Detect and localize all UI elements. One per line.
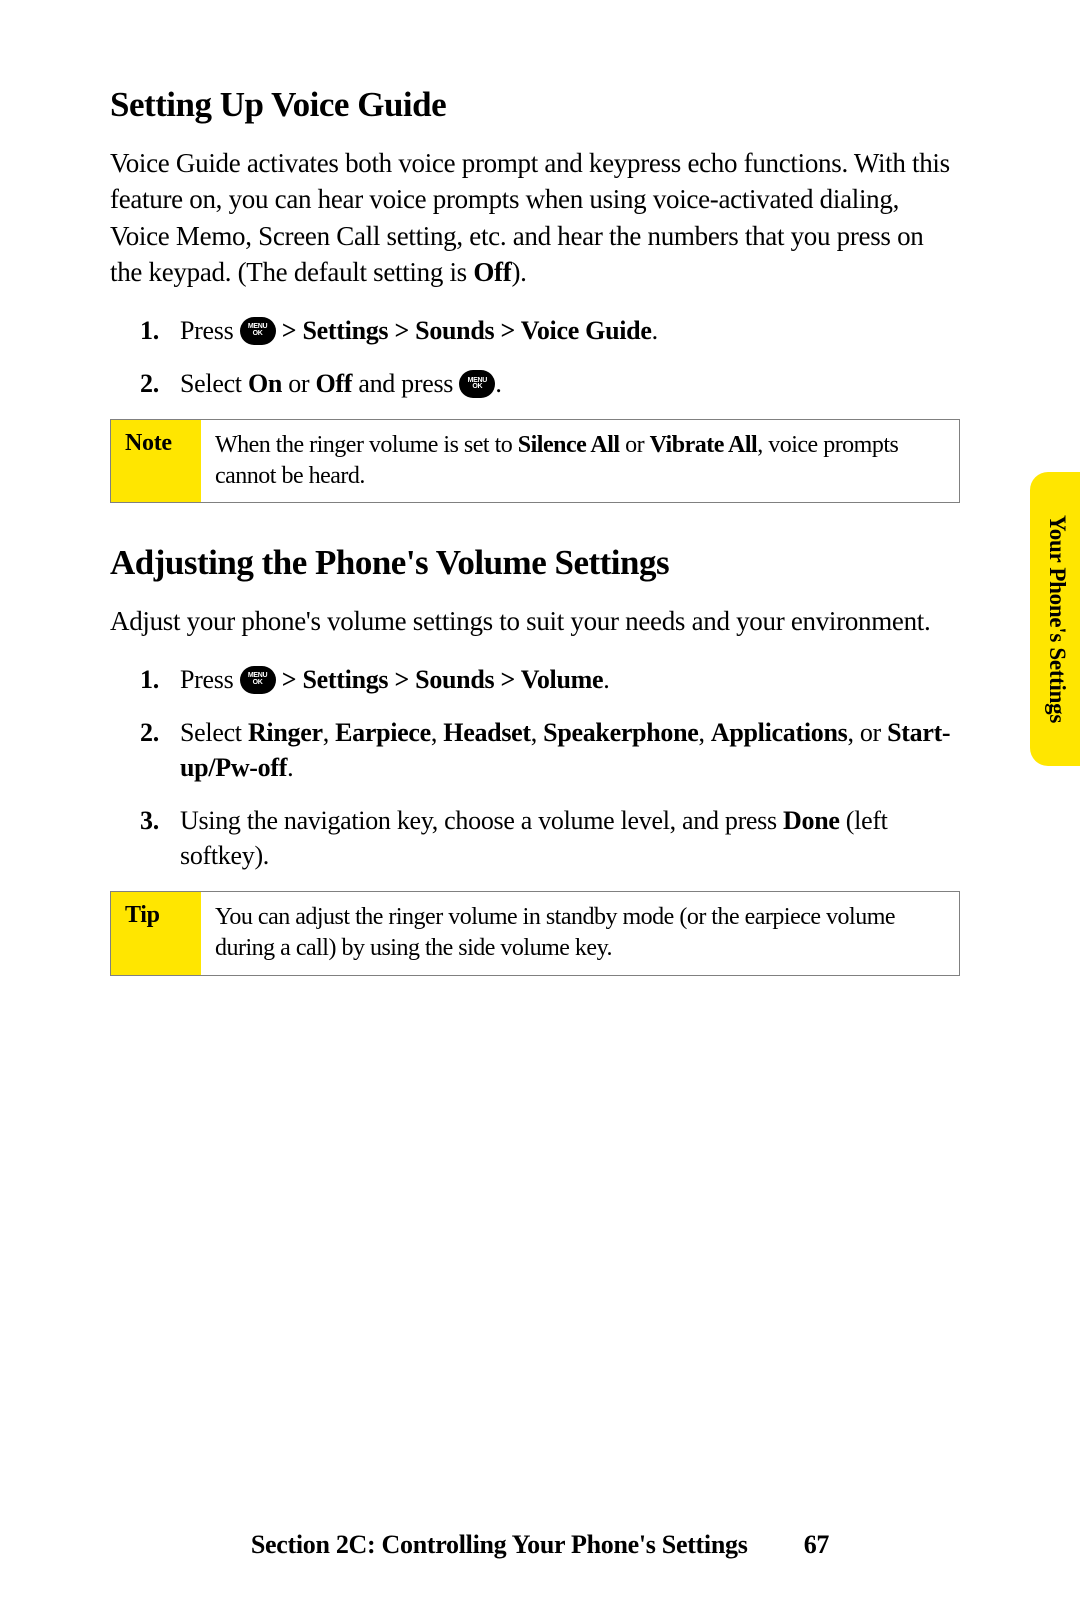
step-text: Using the navigation key, choose a volum…: [180, 806, 783, 835]
step-text: or: [282, 369, 315, 398]
icon-label: MENUOK: [248, 673, 267, 686]
page-footer: Section 2C: Controlling Your Phone's Set…: [0, 1530, 1080, 1560]
step-text: ,: [531, 718, 543, 747]
step-text: ,: [323, 718, 335, 747]
step-text: Press: [180, 665, 240, 694]
step-bold: > Settings > Sounds > Volume: [276, 665, 604, 694]
step-bold: > Settings > Sounds > Voice Guide: [276, 316, 652, 345]
step-text: .: [652, 316, 658, 345]
note-text: or: [620, 432, 650, 458]
intro-bold-off: Off: [473, 257, 511, 287]
note-bold: Vibrate All: [650, 432, 758, 458]
step-bold: Earpiece: [335, 718, 431, 747]
step-text: .: [287, 753, 293, 782]
steps-volume: Press MENUOK > Settings > Sounds > Volum…: [110, 662, 960, 873]
intro-text-end: ).: [511, 257, 526, 287]
step-bold: On: [248, 369, 282, 398]
step-text: Select: [180, 369, 248, 398]
section-volume: Adjusting the Phone's Volume Settings Ad…: [110, 543, 960, 873]
tip-label: Tip: [111, 892, 201, 974]
step-1: Press MENUOK > Settings > Sounds > Voice…: [110, 313, 960, 348]
icon-label: MENUOK: [468, 378, 487, 391]
page-number: 67: [804, 1530, 829, 1560]
step-3: Using the navigation key, choose a volum…: [110, 803, 960, 873]
note-bold: Silence All: [518, 432, 620, 458]
step-bold: Off: [316, 369, 353, 398]
step-text: and press: [352, 369, 459, 398]
steps-voice-guide: Press MENUOK > Settings > Sounds > Voice…: [110, 313, 960, 401]
note-label: Note: [111, 420, 201, 502]
side-tab-label: Your Phone's Settings: [1044, 515, 1070, 723]
step-bold: Done: [783, 806, 840, 835]
note-box: Note When the ringer volume is set to Si…: [110, 419, 960, 503]
step-bold: Ringer: [248, 718, 323, 747]
icon-label: MENUOK: [248, 324, 267, 337]
note-content: When the ringer volume is set to Silence…: [201, 420, 959, 502]
step-text: .: [495, 369, 501, 398]
step-text: ,: [431, 718, 443, 747]
step-text: Select: [180, 718, 248, 747]
menu-ok-icon: MENUOK: [459, 370, 495, 398]
step-text: ,: [698, 718, 710, 747]
step-2: Select Ringer, Earpiece, Headset, Speake…: [110, 715, 960, 785]
step-bold: Headset: [443, 718, 530, 747]
step-2: Select On or Off and press MENUOK.: [110, 366, 960, 401]
step-text: , or: [847, 718, 887, 747]
step-text: .: [603, 665, 609, 694]
section-voice-guide: Setting Up Voice Guide Voice Guide activ…: [110, 85, 960, 401]
note-text: When the ringer volume is set to: [215, 432, 518, 458]
step-text: Press: [180, 316, 240, 345]
heading-volume: Adjusting the Phone's Volume Settings: [110, 543, 960, 583]
side-tab: Your Phone's Settings: [1030, 472, 1080, 766]
step-bold: Applications: [711, 718, 848, 747]
menu-ok-icon: MENUOK: [240, 317, 276, 345]
footer-section: Section 2C: Controlling Your Phone's Set…: [251, 1530, 748, 1559]
page-content: Setting Up Voice Guide Voice Guide activ…: [0, 0, 1080, 1620]
step-1: Press MENUOK > Settings > Sounds > Volum…: [110, 662, 960, 697]
step-bold: Speakerphone: [543, 718, 698, 747]
menu-ok-icon: MENUOK: [240, 666, 276, 694]
intro-voice-guide: Voice Guide activates both voice prompt …: [110, 145, 960, 291]
intro-volume: Adjust your phone's volume settings to s…: [110, 603, 960, 639]
tip-content: You can adjust the ringer volume in stan…: [201, 892, 959, 974]
tip-box: Tip You can adjust the ringer volume in …: [110, 891, 960, 975]
intro-text: Voice Guide activates both voice prompt …: [110, 148, 950, 287]
heading-voice-guide: Setting Up Voice Guide: [110, 85, 960, 125]
